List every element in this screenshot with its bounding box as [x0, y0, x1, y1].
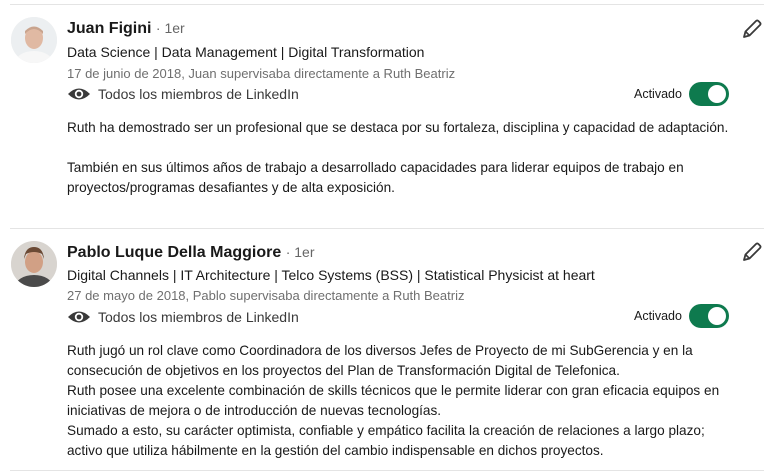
status-label: Activado: [634, 87, 682, 101]
avatar[interactable]: [11, 17, 57, 63]
visibility-label: Todos los miembros de LinkedIn: [98, 309, 299, 325]
recommendation-paragraph: También en sus últimos años de trabajo a…: [67, 160, 684, 195]
recommender-name[interactable]: Juan Figini: [67, 20, 151, 37]
connection-degree: · 1er: [155, 20, 185, 36]
toggle-knob: [708, 307, 726, 325]
recommendation-line: Ruth jugó un rol clave como Coordinadora…: [67, 343, 693, 378]
visibility-toggle[interactable]: [689, 82, 729, 106]
recommendation-card: Pablo Luque Della Maggiore · 1er Digital…: [0, 229, 768, 475]
pencil-icon[interactable]: [741, 241, 763, 263]
visibility-row: Todos los miembros de LinkedIn: [67, 307, 299, 327]
card-divider: [10, 470, 764, 471]
recommendation-line: Sumado a esto, su carácter optimista, co…: [67, 423, 705, 458]
status-label: Activado: [634, 309, 682, 323]
toggle-knob: [708, 85, 726, 103]
recommender-headline: Data Science | Data Management | Digital…: [67, 44, 425, 60]
recommendation-meta: 27 de mayo de 2018, Pablo supervisaba di…: [67, 288, 465, 303]
visibility-toggle[interactable]: [689, 304, 729, 328]
recommendation-text: Ruth jugó un rol clave como Coordinadora…: [67, 341, 737, 461]
recommendation-line: Ruth posee una excelente combinación de …: [67, 383, 720, 418]
pencil-icon[interactable]: [741, 18, 763, 40]
recommender-headline: Digital Channels | IT Architecture | Tel…: [67, 267, 595, 283]
visibility-row: Todos los miembros de LinkedIn: [67, 84, 299, 104]
recommendation-meta: 17 de junio de 2018, Juan supervisaba di…: [67, 66, 456, 81]
eye-icon: [67, 86, 91, 102]
connection-degree: · 1er: [285, 244, 315, 260]
eye-icon: [67, 309, 91, 325]
visibility-label: Todos los miembros de LinkedIn: [98, 86, 299, 102]
recommendation-paragraph: Ruth ha demostrado ser un profesional qu…: [67, 120, 729, 135]
recommendation-text: Ruth ha demostrado ser un profesional qu…: [67, 118, 737, 198]
recommendation-card: Juan Figini · 1er Data Science | Data Ma…: [0, 0, 768, 230]
recommender-name[interactable]: Pablo Luque Della Maggiore: [67, 244, 281, 261]
avatar[interactable]: [11, 241, 57, 287]
